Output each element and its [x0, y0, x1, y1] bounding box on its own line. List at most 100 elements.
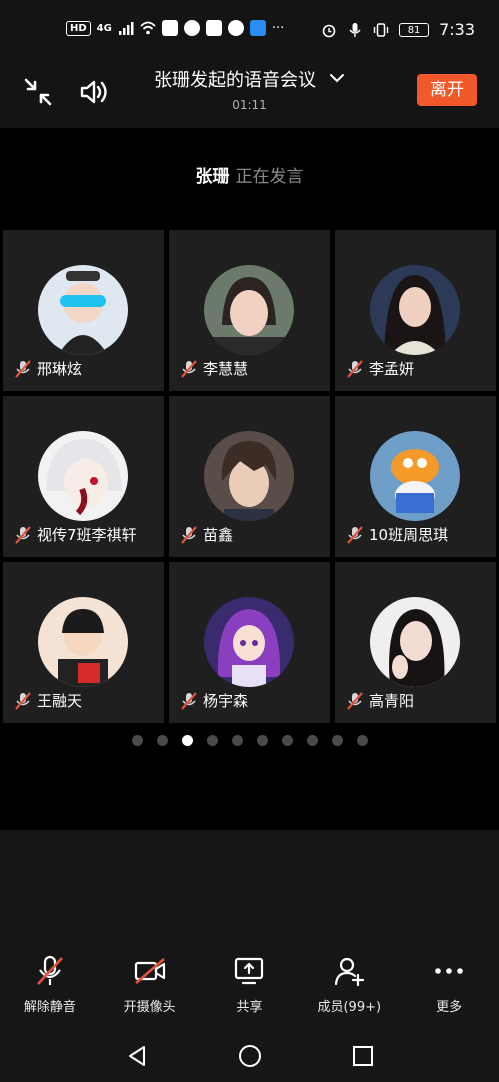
participant-label: 视传7班李祺轩 [13, 524, 137, 545]
meeting-title[interactable]: 张珊发起的语音会议 [154, 70, 316, 91]
participant-name: 邢琳炫 [37, 360, 83, 378]
mic-muted-icon [15, 691, 31, 710]
avatar [38, 265, 128, 355]
page-dot[interactable] [256, 735, 268, 746]
avatar [370, 431, 460, 521]
more-button[interactable]: 更多 [404, 940, 494, 1020]
participant-label: 高青阳 [345, 690, 414, 711]
speaker-name: 张珊 [195, 167, 230, 187]
screen-share-icon [235, 957, 264, 985]
unmute-button[interactable]: 解除静音 [5, 940, 95, 1020]
status-time: 7:33 [439, 20, 475, 39]
current-speaker: 张珊 正在发言 [0, 162, 499, 187]
mic-muted-icon [36, 955, 63, 985]
participant-label: 邢琳炫 [13, 358, 82, 379]
recents-icon[interactable] [351, 1044, 375, 1068]
participant-tile[interactable]: 杨宇森 [169, 562, 330, 723]
mic-muted-icon [347, 525, 363, 544]
participant-label: 李慧慧 [179, 358, 248, 379]
participant-name: 高青阳 [369, 692, 415, 710]
avatar [204, 431, 294, 521]
participant-tile[interactable]: 视传7班李祺轩 [3, 396, 164, 557]
participant-name: 视传7班李祺轩 [37, 526, 137, 544]
system-nav-bar [0, 1030, 499, 1082]
share-button[interactable]: 共享 [204, 940, 294, 1020]
alarm-icon [322, 24, 336, 37]
participant-label: 10班周思琪 [345, 524, 448, 545]
participant-name: 李孟妍 [369, 360, 415, 378]
app-notification-icon [205, 20, 222, 36]
participant-tile[interactable]: 高青阳 [335, 562, 496, 723]
participant-label: 苗鑫 [179, 524, 233, 545]
app-notification-icon [161, 20, 178, 36]
leave-button[interactable]: 离开 [417, 74, 477, 106]
mic-muted-icon [181, 691, 197, 710]
camera-label: 开摄像头 [123, 1000, 176, 1015]
avatar [370, 597, 460, 687]
page-dot[interactable] [306, 735, 318, 746]
mic-muted-icon [181, 359, 197, 378]
page-indicator [0, 735, 499, 746]
participant-name: 10班周思琪 [369, 526, 449, 544]
participant-label: 李孟妍 [345, 358, 414, 379]
participant-grid: 邢琳炫 李慧慧 李孟妍 视传7班李祺轩 苗鑫 10班周思琪 王融天 杨宇森 高青… [3, 230, 497, 723]
page-dot[interactable] [131, 735, 143, 746]
more-notifications: ··· [271, 20, 285, 36]
avatar [204, 597, 294, 687]
more-dots-icon [435, 968, 463, 974]
mic-muted-icon [347, 691, 363, 710]
status-bar: HD 4G ··· 81 7:33 [0, 0, 499, 60]
participant-tile[interactable]: 10班周思琪 [335, 396, 496, 557]
hd-badge: HD [66, 20, 91, 36]
camera-button[interactable]: 开摄像头 [105, 940, 195, 1020]
members-label: 成员(99+) [317, 1000, 382, 1015]
avatar [38, 431, 128, 521]
participant-name: 王融天 [37, 692, 83, 710]
status-left: HD 4G ··· [66, 20, 284, 36]
signal-icon [118, 22, 134, 35]
speaker-status: 正在发言 [235, 167, 304, 187]
battery-indicator: 81 [399, 22, 430, 37]
avatar [204, 265, 294, 355]
mic-muted-icon [181, 525, 197, 544]
participant-tile[interactable]: 李孟妍 [335, 230, 496, 391]
page-dot[interactable] [156, 735, 168, 746]
avatar [38, 597, 128, 687]
vibrate-icon [373, 22, 389, 37]
status-right: 81 7:33 [321, 20, 475, 39]
avatar [370, 265, 460, 355]
page-dot[interactable] [181, 735, 193, 746]
chat-bubble-icon [227, 20, 244, 36]
page-dot[interactable] [231, 735, 243, 746]
participant-label: 杨宇森 [179, 690, 248, 711]
meeting-header: 张珊发起的语音会议 01:11 离开 [0, 60, 499, 128]
mic-muted-icon [15, 359, 31, 378]
mic-muted-icon [15, 525, 31, 544]
participant-tile[interactable]: 邢琳炫 [3, 230, 164, 391]
participant-tile[interactable]: 苗鑫 [169, 396, 330, 557]
app-notification-icon [183, 20, 200, 36]
more-label: 更多 [436, 1000, 463, 1015]
microphone-icon [349, 22, 361, 37]
search-app-icon [249, 20, 266, 36]
unmute-label: 解除静音 [23, 1000, 76, 1015]
participant-label: 王融天 [13, 690, 82, 711]
participant-tile[interactable]: 王融天 [3, 562, 164, 723]
participant-tile[interactable]: 李慧慧 [169, 230, 330, 391]
members-button[interactable]: 成员(99+) [304, 940, 394, 1020]
participant-name: 杨宇森 [203, 692, 249, 710]
back-icon[interactable] [125, 1044, 149, 1068]
page-dot[interactable] [356, 735, 368, 746]
page-dot[interactable] [206, 735, 218, 746]
wifi-icon [140, 21, 156, 35]
meeting-toolbar: 解除静音 开摄像头 共享 成员(99+) 更多 [0, 940, 499, 1020]
network-type: 4G [96, 22, 112, 34]
camera-off-icon [134, 958, 165, 984]
participant-name: 苗鑫 [203, 526, 234, 544]
chevron-down-icon[interactable] [329, 72, 345, 84]
share-label: 共享 [236, 1000, 263, 1015]
page-dot[interactable] [331, 735, 343, 746]
page-dot[interactable] [281, 735, 293, 746]
home-icon[interactable] [238, 1044, 262, 1068]
participant-name: 李慧慧 [203, 360, 249, 378]
